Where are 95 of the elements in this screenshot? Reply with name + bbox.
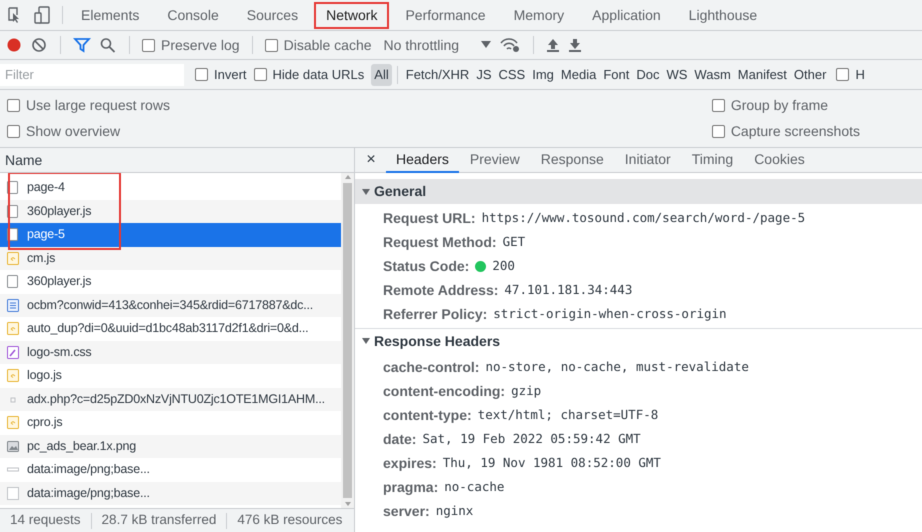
request-row[interactable]: ocbm?conwid=413&conhei=345&rdid=6717887&dc...: [0, 294, 341, 317]
script-file-icon: [6, 368, 20, 384]
type-filter[interactable]: Other: [790, 64, 830, 86]
summary-text: 28.7 kB transferred: [102, 511, 216, 530]
details-tab[interactable]: Cookies: [744, 148, 815, 172]
panel-tab[interactable]: Lighthouse: [676, 2, 770, 28]
header-value: GET: [502, 232, 526, 251]
column-header[interactable]: Name: [5, 150, 42, 170]
header-value: Thu, 19 Nov 1981 08:52:00 GMT: [442, 454, 661, 472]
upload-icon[interactable]: [546, 37, 560, 53]
request-row[interactable]: cm.js: [0, 246, 341, 270]
panel-tab[interactable]: Performance: [393, 2, 498, 28]
header-value: no-store, no-cache, must-revalidate: [485, 358, 749, 376]
header-name: pragma:: [383, 478, 438, 497]
header-name: Request Method:: [383, 232, 497, 252]
panel-tab[interactable]: Network: [314, 2, 390, 28]
header-name: Referrer Policy:: [383, 304, 488, 324]
script-file-icon: [6, 415, 20, 430]
type-filter[interactable]: Img: [529, 64, 557, 86]
request-row[interactable]: 360player.js: [0, 200, 341, 223]
close-button[interactable]: ×: [363, 152, 379, 168]
header-name: cache-control:: [383, 358, 480, 376]
doc-file-icon: [6, 274, 20, 290]
type-filter[interactable]: Wasm: [691, 64, 734, 86]
header-value: nginx: [436, 502, 474, 520]
checkbox-option[interactable]: Disable cache: [264, 34, 372, 56]
clear-icon[interactable]: [30, 37, 48, 53]
checkbox-option[interactable]: Invert: [195, 64, 247, 84]
panel-tab[interactable]: Sources: [234, 2, 310, 28]
type-filter[interactable]: WS: [663, 64, 690, 86]
triangle-icon: [362, 188, 370, 196]
request-row[interactable]: adx.php?c=d25pZD0xNzVjNTU0Zjc1OTE1MGI1AHM...: [0, 388, 341, 411]
panel-tab[interactable]: Memory: [502, 2, 576, 28]
frame-file-icon: [6, 298, 20, 313]
request-row[interactable]: pc_ads_bear.1x.png: [0, 434, 341, 458]
panel-tab[interactable]: Application: [580, 2, 673, 28]
image-file-icon: [6, 438, 20, 454]
network-conditions-icon[interactable]: [499, 37, 522, 53]
header-value: gzip: [511, 382, 542, 400]
checkbox-option[interactable]: H: [836, 64, 865, 84]
record-icon[interactable]: [6, 37, 22, 53]
caret-icon: [481, 41, 492, 49]
request-row[interactable]: data:image/png;base...: [0, 482, 341, 505]
header-name: Remote Address:: [383, 280, 498, 300]
summary-text: 476 kB resources: [237, 511, 342, 530]
details-tab[interactable]: Timing: [682, 148, 744, 172]
checkbox-option[interactable]: Capture screenshots: [712, 121, 860, 142]
checkbox-option[interactable]: Show overview: [7, 121, 170, 142]
download-icon[interactable]: [568, 37, 582, 53]
triangle-icon: [362, 337, 370, 345]
type-filter[interactable]: Fetch/XHR: [402, 64, 472, 86]
data-box-file-icon: [6, 486, 20, 501]
panel-tab[interactable]: Console: [155, 2, 231, 28]
header-value: 47.101.181.34:443: [504, 280, 632, 299]
header-value: text/html; charset=UTF-8: [478, 406, 658, 424]
header-name: server:: [383, 502, 430, 520]
style-file-icon: [6, 344, 20, 360]
section-header[interactable]: General: [355, 179, 922, 204]
header-value: https://www.tosound.com/search/word-/page-5: [482, 208, 806, 227]
header-name: expires:: [383, 454, 437, 473]
header-value: 200: [492, 256, 515, 275]
type-filter[interactable]: Font: [600, 64, 632, 86]
type-filter[interactable]: Doc: [633, 64, 662, 86]
details-tab[interactable]: Preview: [460, 148, 530, 172]
header-name: content-encoding:: [383, 382, 506, 401]
header-name: Request URL:: [383, 208, 476, 228]
checkbox-option[interactable]: Hide data URLs: [254, 64, 364, 84]
type-filter[interactable]: Manifest: [734, 64, 790, 86]
panel-tab[interactable]: Elements: [69, 2, 152, 28]
header-name: Status Code:: [383, 256, 470, 276]
type-filter[interactable]: All: [371, 64, 392, 86]
type-filter[interactable]: JS: [473, 64, 494, 86]
filter-field[interactable]: Filter: [0, 64, 184, 86]
request-row[interactable]: logo-sm.css: [0, 340, 341, 364]
details-tab[interactable]: Initiator: [614, 148, 681, 172]
scrollbar[interactable]: [341, 173, 354, 508]
filter-icon[interactable]: [73, 37, 91, 53]
header-value: no-cache: [444, 478, 504, 496]
checkbox-option[interactable]: Group by frame: [712, 94, 860, 116]
request-row[interactable]: page-5: [0, 223, 341, 246]
details-tab[interactable]: Response: [530, 148, 614, 172]
search-icon[interactable]: [99, 37, 117, 53]
summary-text: 14 requests: [10, 511, 81, 530]
header-value: Sat, 19 Feb 2022 05:59:42 GMT: [422, 430, 641, 448]
checkbox-option[interactable]: Use large request rows: [7, 94, 170, 116]
checkbox-option[interactable]: Preserve log: [142, 34, 240, 56]
header-value: strict-origin-when-cross-origin: [493, 304, 727, 323]
script-file-icon: [6, 250, 20, 266]
details-tab[interactable]: Headers: [386, 148, 459, 172]
type-filter[interactable]: CSS: [496, 64, 528, 86]
script-file-icon: [6, 321, 20, 336]
throttling-dropdown[interactable]: No throttling: [384, 34, 492, 56]
type-filter[interactable]: Media: [558, 64, 600, 86]
header-name: content-type:: [383, 406, 472, 425]
header-name: date:: [383, 430, 416, 448]
